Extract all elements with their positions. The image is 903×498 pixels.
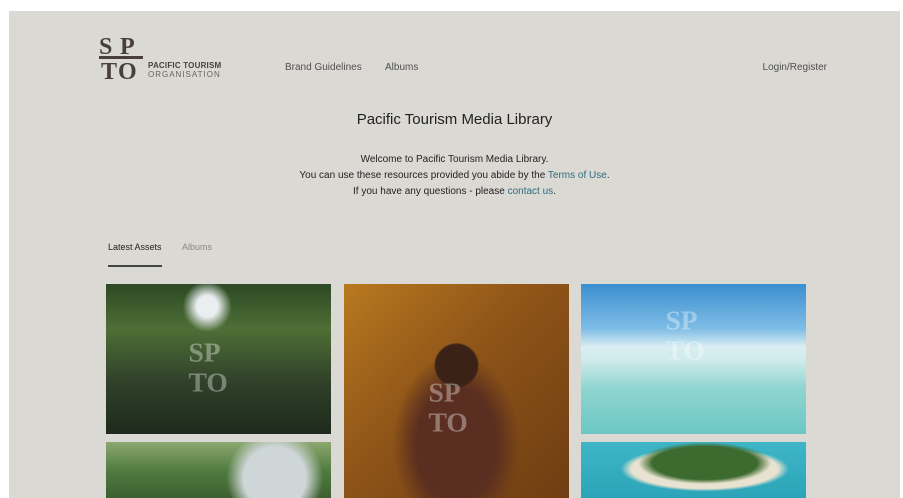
watermark-logo-icon: SP TO [666,305,705,363]
asset-tile-island[interactable] [581,442,806,498]
welcome-text: Welcome to Pacific Tourism Media Library… [9,152,900,200]
welcome-line-3-end: . [553,186,556,197]
welcome-line-1: Welcome to Pacific Tourism Media Library… [360,154,549,165]
asset-tile-waterfall[interactable]: SP TO [106,284,331,434]
page-title: Pacific Tourism Media Library [356,111,553,128]
watermark-logo-icon: SP TO [429,377,468,435]
spto-logo[interactable]: S P T O PACIFIC TOURISM ORGANISATION [98,32,238,80]
welcome-line-2-end: . [606,170,610,181]
asset-tile-dancer[interactable]: SP TO [344,284,569,498]
welcome-line-3: If you have any questions - please conta… [9,184,900,200]
svg-text:TO: TO [189,367,228,395]
welcome-line-3-text: If you have any questions - please [353,186,508,197]
page: S P T O PACIFIC TOURISM ORGANISATION Bra… [9,11,900,498]
asset-tile-forest[interactable] [106,442,331,498]
active-tab-indicator [108,265,162,267]
svg-text:TO: TO [429,407,468,435]
svg-text:SP: SP [429,377,461,408]
svg-text:TO: TO [666,335,705,363]
welcome-line-2: You can use these resources provided you… [9,168,900,184]
spto-logo-mark-icon: S P T O [99,34,143,80]
tab-latest-assets[interactable]: Latest Assets [108,242,162,252]
nav-albums[interactable]: Albums [385,62,418,73]
welcome-line-2-text: You can use these resources provided you… [299,170,548,181]
svg-text:SP: SP [666,305,698,336]
watermark-logo-icon: SP TO [189,337,228,395]
logo-subtitle: ORGANISATION [148,70,221,79]
contact-us-link[interactable]: contact us [508,186,554,197]
svg-text:T: T [101,59,117,80]
asset-tile-beach[interactable]: SP TO [581,284,806,434]
tab-albums[interactable]: Albums [182,242,212,252]
nav-brand-guidelines[interactable]: Brand Guidelines [285,62,362,73]
logo-title: PACIFIC TOURISM [148,61,222,70]
svg-text:SP: SP [189,337,221,368]
terms-of-use-link[interactable]: Terms of Use [548,170,607,181]
svg-text:O: O [118,59,137,80]
login-register-link[interactable]: Login/Register [763,62,827,73]
